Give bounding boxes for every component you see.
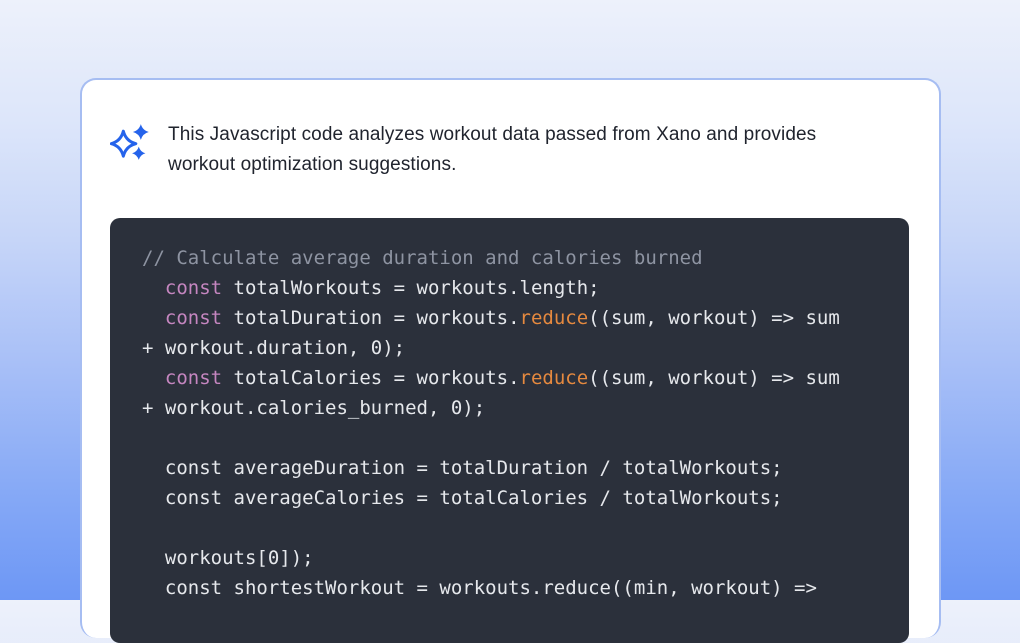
card-header: This Javascript code analyzes workout da… [82,80,939,180]
code-line: const totalCalories = workouts.reduce((s… [142,363,877,393]
code-line: const averageCalories = totalCalories / … [142,483,877,513]
code-line: workouts[0]); [142,543,877,573]
code-line: const totalWorkouts = workouts.length; [142,273,877,303]
code-line: + workout.calories_burned, 0); [142,393,877,423]
code-block: // Calculate average duration and calori… [110,218,909,643]
code-description: This Javascript code analyzes workout da… [168,120,883,180]
code-line: + workout.duration, 0); [142,333,877,363]
code-line [142,513,877,543]
code-line: // Calculate average duration and calori… [142,243,877,273]
code-line [142,423,877,453]
sparkle-icon [110,122,150,162]
assistant-card: This Javascript code analyzes workout da… [80,78,941,638]
code-line: const averageDuration = totalDuration / … [142,453,877,483]
code-line: const totalDuration = workouts.reduce((s… [142,303,877,333]
code-line: const shortestWorkout = workouts.reduce(… [142,573,877,603]
